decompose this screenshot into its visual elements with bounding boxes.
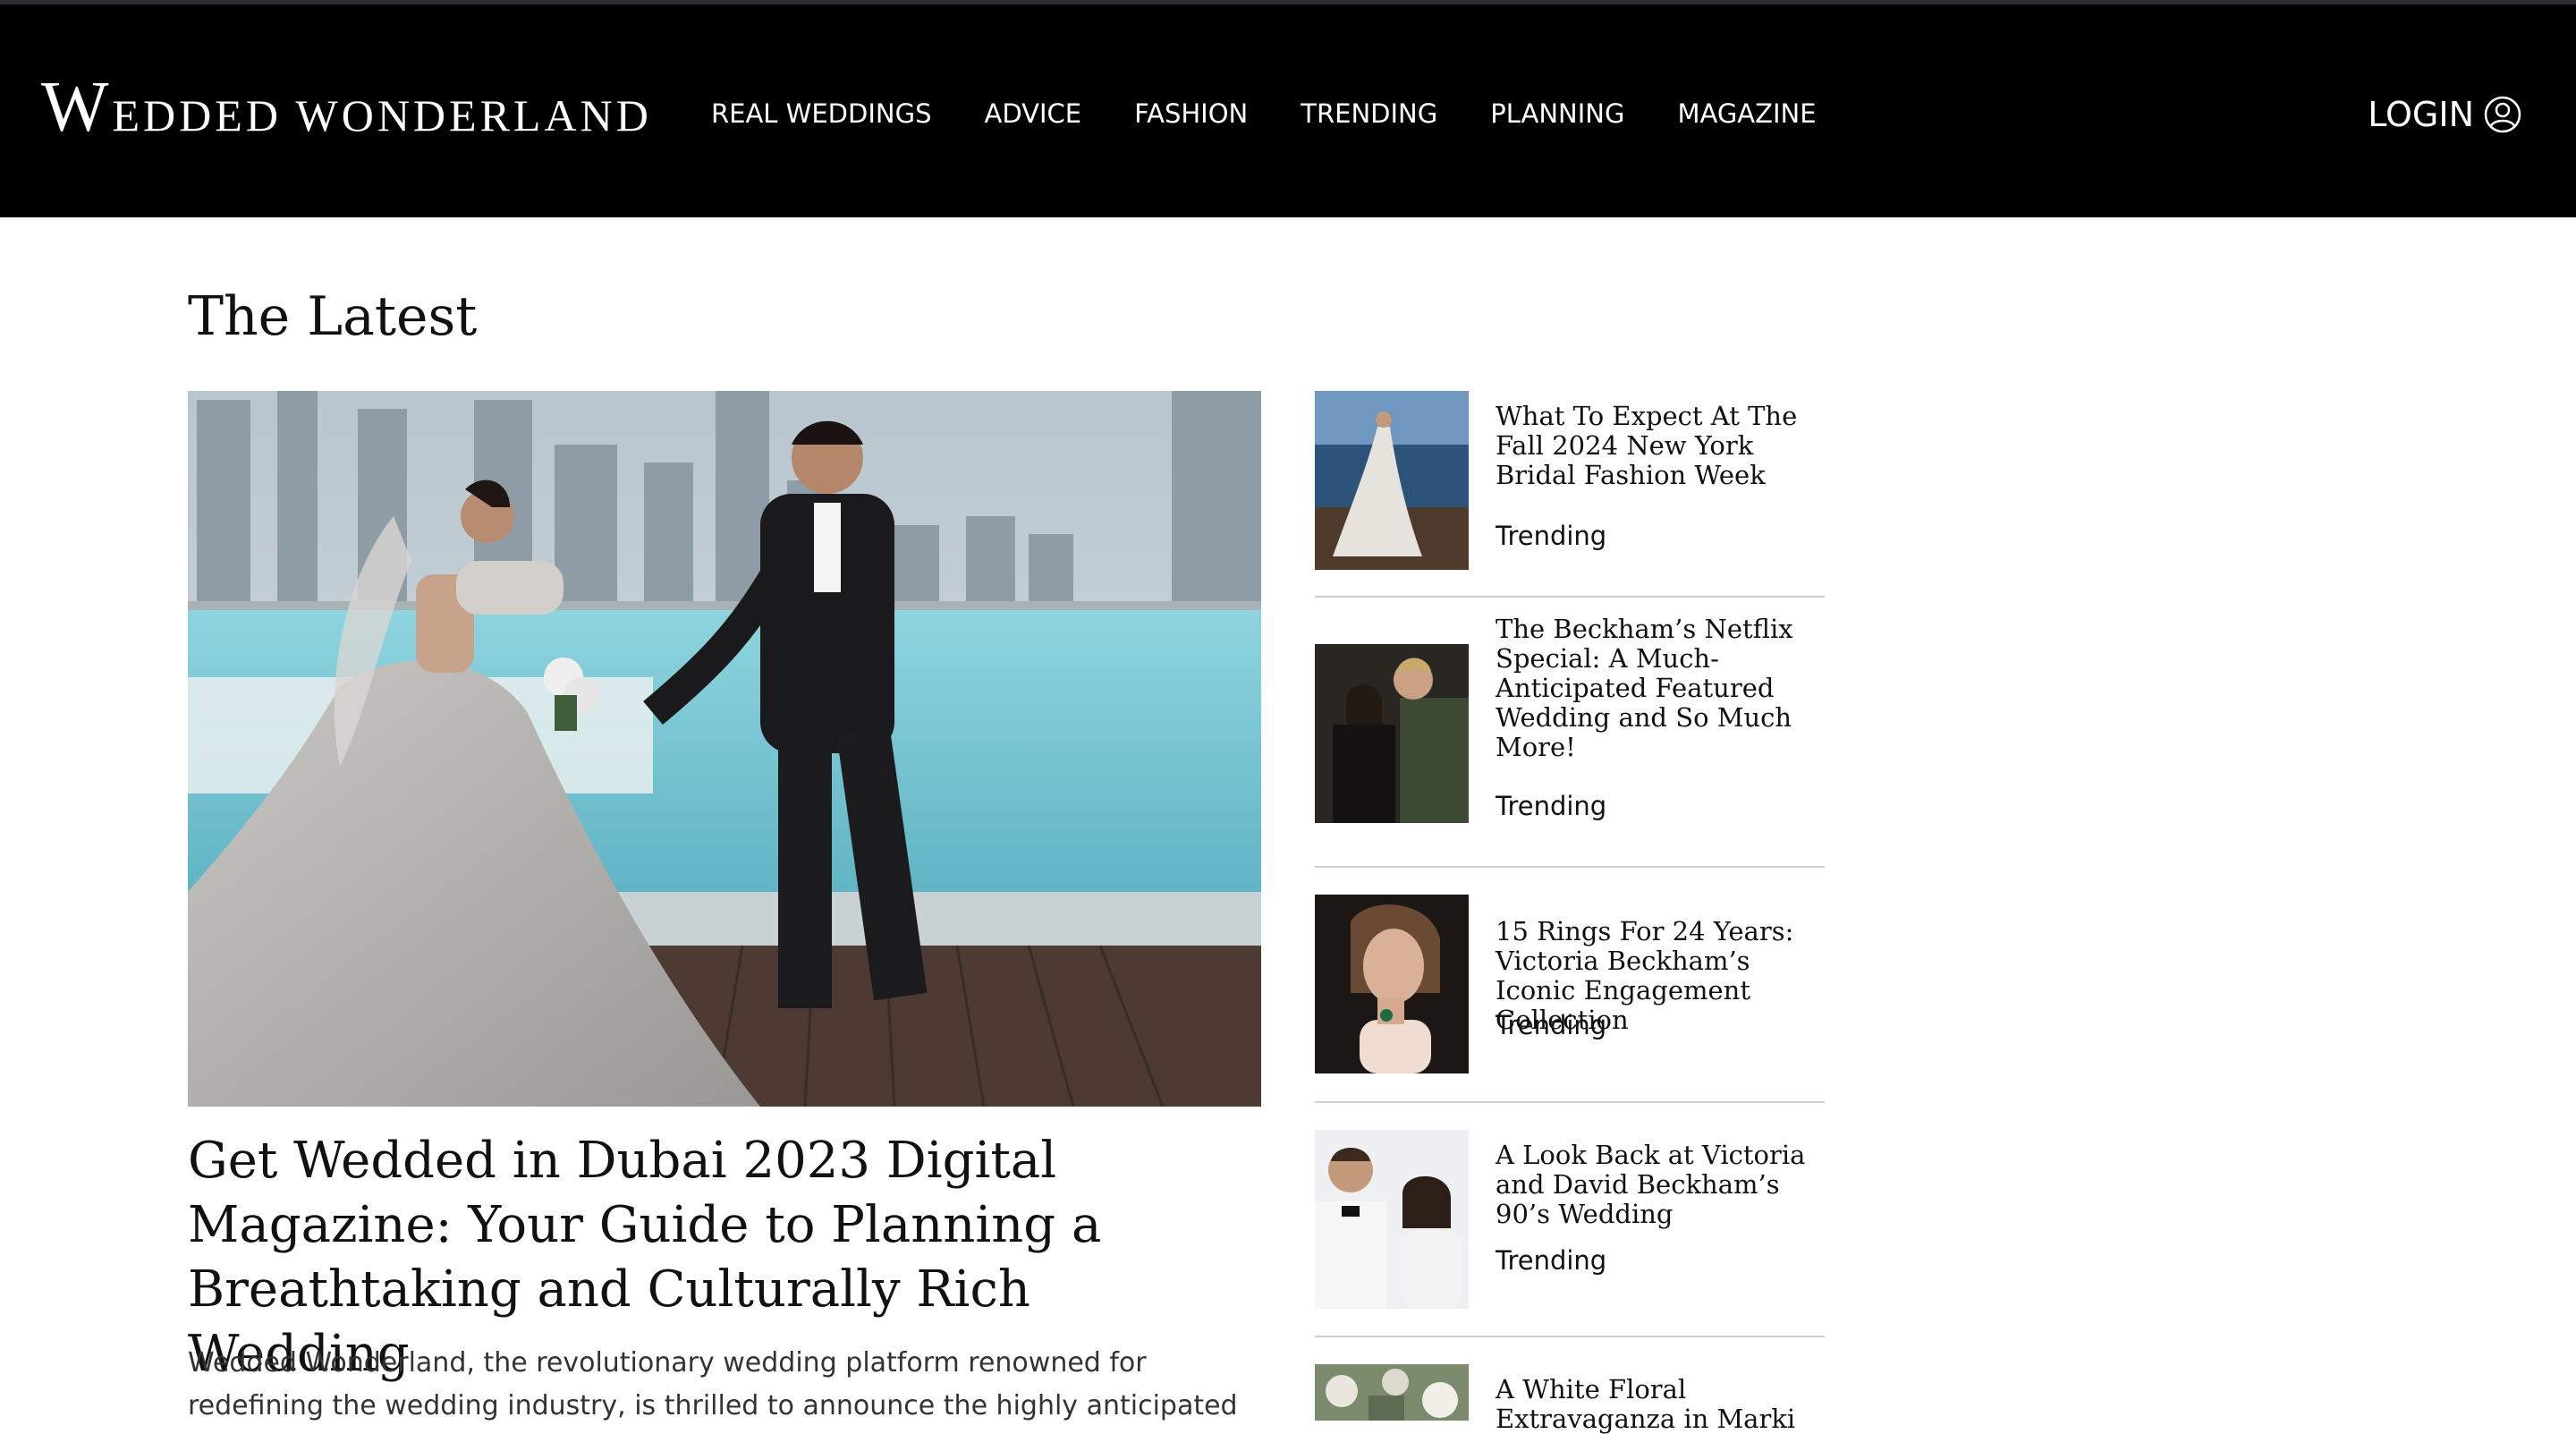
nav-fashion[interactable]: FASHION — [1134, 96, 1248, 132]
site-header: WEDDED WONDERLAND REAL WEDDINGS ADVICE F… — [0, 4, 2576, 217]
list-item[interactable]: A Look Back at Victoria and David Beckha… — [1315, 1130, 1825, 1336]
thumbnail-image[interactable] — [1315, 1130, 1469, 1309]
list-item-category[interactable]: Trending — [1496, 790, 1606, 822]
list-item[interactable]: What To Expect At The Fall 2024 New York… — [1315, 391, 1825, 597]
list-item-title[interactable]: What To Expect At The Fall 2024 New York… — [1496, 402, 1828, 490]
list-item-title[interactable]: A White Floral Extravaganza in Marki — [1496, 1375, 1828, 1434]
list-item-title[interactable]: The Beckham’s Netflix Special: A Much-An… — [1496, 615, 1828, 762]
list-item-category[interactable]: Trending — [1496, 1244, 1606, 1277]
logo-wordmark: EDDED WONDERLAND — [112, 90, 652, 140]
list-item-category[interactable]: Trending — [1496, 520, 1606, 552]
hero-article-excerpt: Wedded Wonderland, the revolutionary wed… — [188, 1347, 1238, 1421]
list-item-title[interactable]: A Look Back at Victoria and David Beckha… — [1496, 1141, 1828, 1229]
list-item[interactable]: A White Floral Extravaganza in Marki — [1315, 1364, 1825, 1434]
main-nav: REAL WEDDINGS ADVICE FASHION TRENDING PL… — [711, 96, 1869, 132]
nav-planning[interactable]: PLANNING — [1490, 96, 1624, 132]
list-divider — [1315, 1336, 1825, 1337]
list-divider — [1315, 1101, 1825, 1103]
nav-advice[interactable]: ADVICE — [984, 96, 1081, 132]
nav-trending[interactable]: TRENDING — [1301, 96, 1437, 132]
user-circle-icon — [2484, 96, 2521, 133]
logo-initial: W — [41, 68, 113, 147]
list-item[interactable]: 15 Rings For 24 Years: Victoria Beckham’… — [1315, 895, 1825, 1100]
thumbnail-image[interactable] — [1315, 895, 1469, 1073]
nav-magazine[interactable]: MAGAZINE — [1677, 96, 1816, 132]
list-item[interactable]: The Beckham’s Netflix Special: A Much-An… — [1315, 615, 1825, 874]
section-title: The Latest — [188, 285, 478, 348]
site-logo[interactable]: WEDDED WONDERLAND — [41, 72, 652, 151]
list-divider — [1315, 866, 1825, 868]
thumbnail-image[interactable] — [1315, 391, 1469, 570]
hero-image[interactable] — [188, 391, 1261, 1107]
list-item-category[interactable]: Trending — [1496, 1009, 1606, 1041]
login-button[interactable]: LOGIN — [2368, 92, 2522, 137]
thumbnail-image[interactable] — [1315, 1364, 1469, 1421]
nav-real-weddings[interactable]: REAL WEDDINGS — [711, 96, 931, 132]
thumbnail-image[interactable] — [1315, 644, 1469, 823]
login-label: LOGIN — [2368, 95, 2474, 134]
list-divider — [1315, 596, 1825, 598]
